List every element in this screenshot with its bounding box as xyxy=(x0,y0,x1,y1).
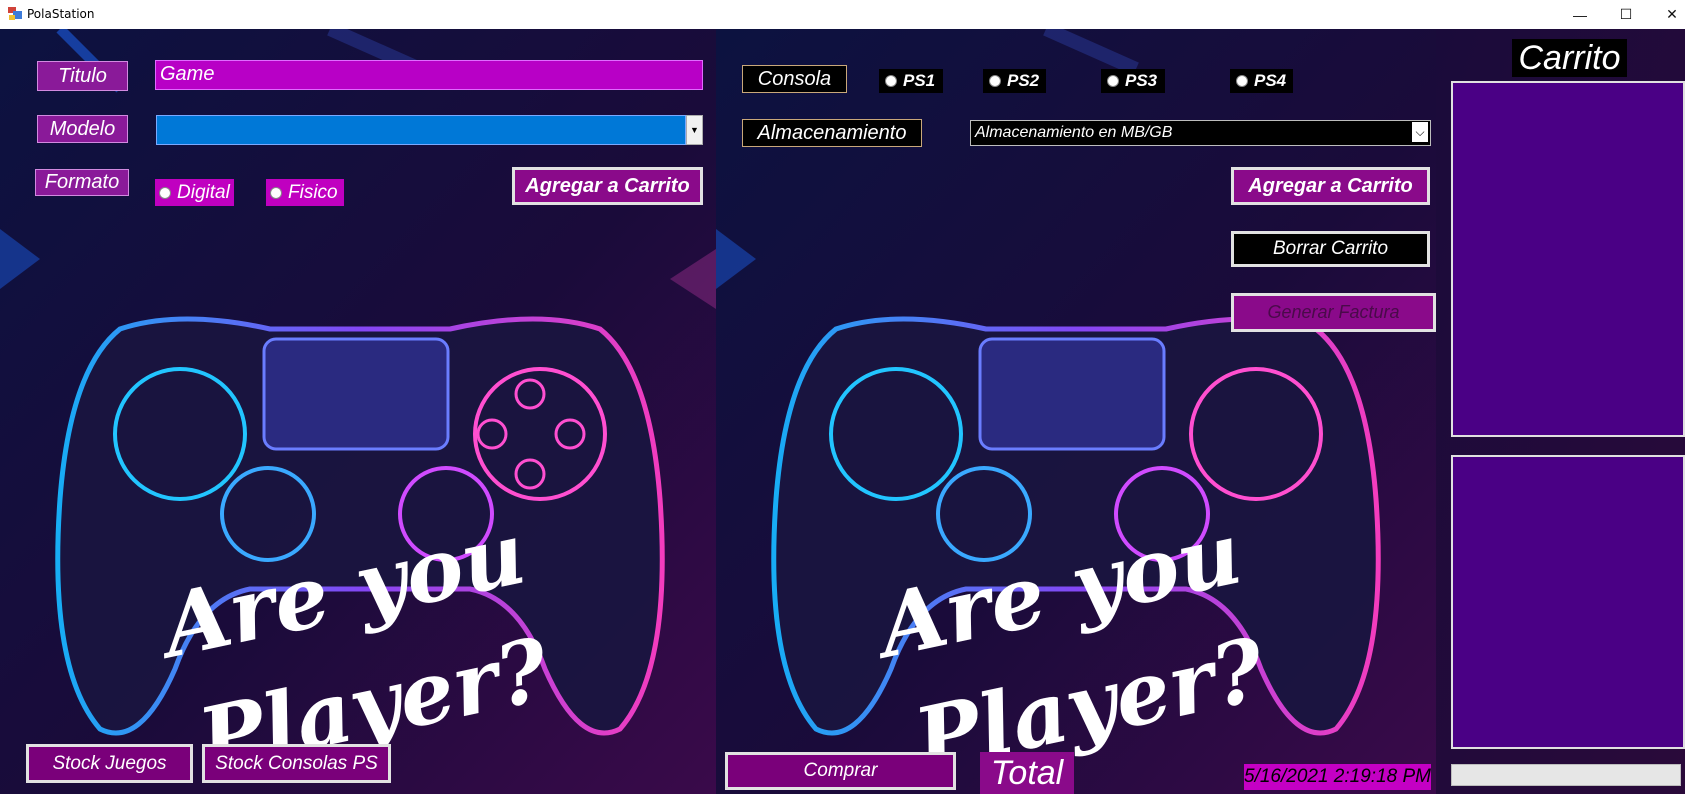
cart-items-list[interactable] xyxy=(1451,81,1685,437)
clear-cart-button[interactable]: Borrar Carrito xyxy=(1231,231,1430,267)
radio-ps2-label: PS2 xyxy=(1007,71,1040,90)
total-label: Total xyxy=(980,752,1074,794)
almacenamiento-select[interactable]: Almacenamiento en MB/GB ⌵ xyxy=(970,120,1431,146)
stock-consolas-button[interactable]: Stock Consolas PS xyxy=(202,744,391,783)
radio-button-icon[interactable] xyxy=(1236,75,1248,87)
almacenamiento-select-value: Almacenamiento en MB/GB xyxy=(975,124,1173,141)
games-panel: Are you Player? Titulo Game Modelo ▼ For… xyxy=(0,29,716,794)
radio-ps3-label: PS3 xyxy=(1125,71,1158,90)
radio-button-icon[interactable] xyxy=(270,186,282,199)
radio-ps1[interactable]: PS1 xyxy=(879,69,943,93)
titulo-label: Titulo xyxy=(37,61,128,91)
radio-ps4[interactable]: PS4 xyxy=(1230,69,1293,93)
radio-button-icon[interactable] xyxy=(159,186,171,199)
title-bar: PolaStation — ☐ ✕ xyxy=(0,0,1685,29)
maximize-button[interactable]: ☐ xyxy=(1603,0,1649,29)
buy-button[interactable]: Comprar xyxy=(725,752,956,790)
chevron-down-icon[interactable]: ▼ xyxy=(686,115,703,145)
cart-panel: Carrito xyxy=(1436,29,1685,794)
radio-ps1-label: PS1 xyxy=(903,71,936,90)
radio-ps2[interactable]: PS2 xyxy=(983,69,1046,93)
modelo-select[interactable] xyxy=(156,115,686,145)
progress-bar xyxy=(1451,764,1681,786)
radio-digital[interactable]: Digital xyxy=(155,179,234,206)
radio-button-icon[interactable] xyxy=(989,75,1001,87)
radio-ps3[interactable]: PS3 xyxy=(1101,69,1165,93)
cart-details-list[interactable] xyxy=(1451,455,1685,749)
add-console-to-cart-button[interactable]: Agregar a Carrito xyxy=(1231,167,1430,205)
add-game-to-cart-button[interactable]: Agregar a Carrito xyxy=(512,167,703,205)
minimize-button[interactable]: — xyxy=(1557,0,1603,29)
radio-ps4-label: PS4 xyxy=(1254,71,1287,90)
window-title: PolaStation xyxy=(27,7,95,21)
close-button[interactable]: ✕ xyxy=(1649,0,1685,29)
cart-title: Carrito xyxy=(1512,39,1627,77)
consola-label: Consola xyxy=(742,65,847,93)
radio-fisico-label: Fisico xyxy=(288,181,338,203)
modelo-label: Modelo xyxy=(37,115,128,143)
radio-button-icon[interactable] xyxy=(1107,75,1119,87)
radio-fisico[interactable]: Fisico xyxy=(266,179,344,206)
almacenamiento-label: Almacenamiento xyxy=(742,119,922,147)
titulo-input[interactable]: Game xyxy=(155,60,703,90)
radio-digital-label: Digital xyxy=(177,181,230,203)
radio-button-icon[interactable] xyxy=(885,75,897,87)
datetime-label: 5/16/2021 2:19:18 PM xyxy=(1244,764,1431,790)
stock-juegos-button[interactable]: Stock Juegos xyxy=(26,744,193,783)
consoles-panel: Are you Player? Consola PS1 PS2 PS3 PS4 … xyxy=(716,29,1436,794)
chevron-down-icon[interactable]: ⌵ xyxy=(1412,122,1428,142)
app-icon xyxy=(8,7,22,20)
formato-label: Formato xyxy=(35,169,129,196)
generate-invoice-button[interactable]: Generar Factura xyxy=(1231,293,1436,332)
